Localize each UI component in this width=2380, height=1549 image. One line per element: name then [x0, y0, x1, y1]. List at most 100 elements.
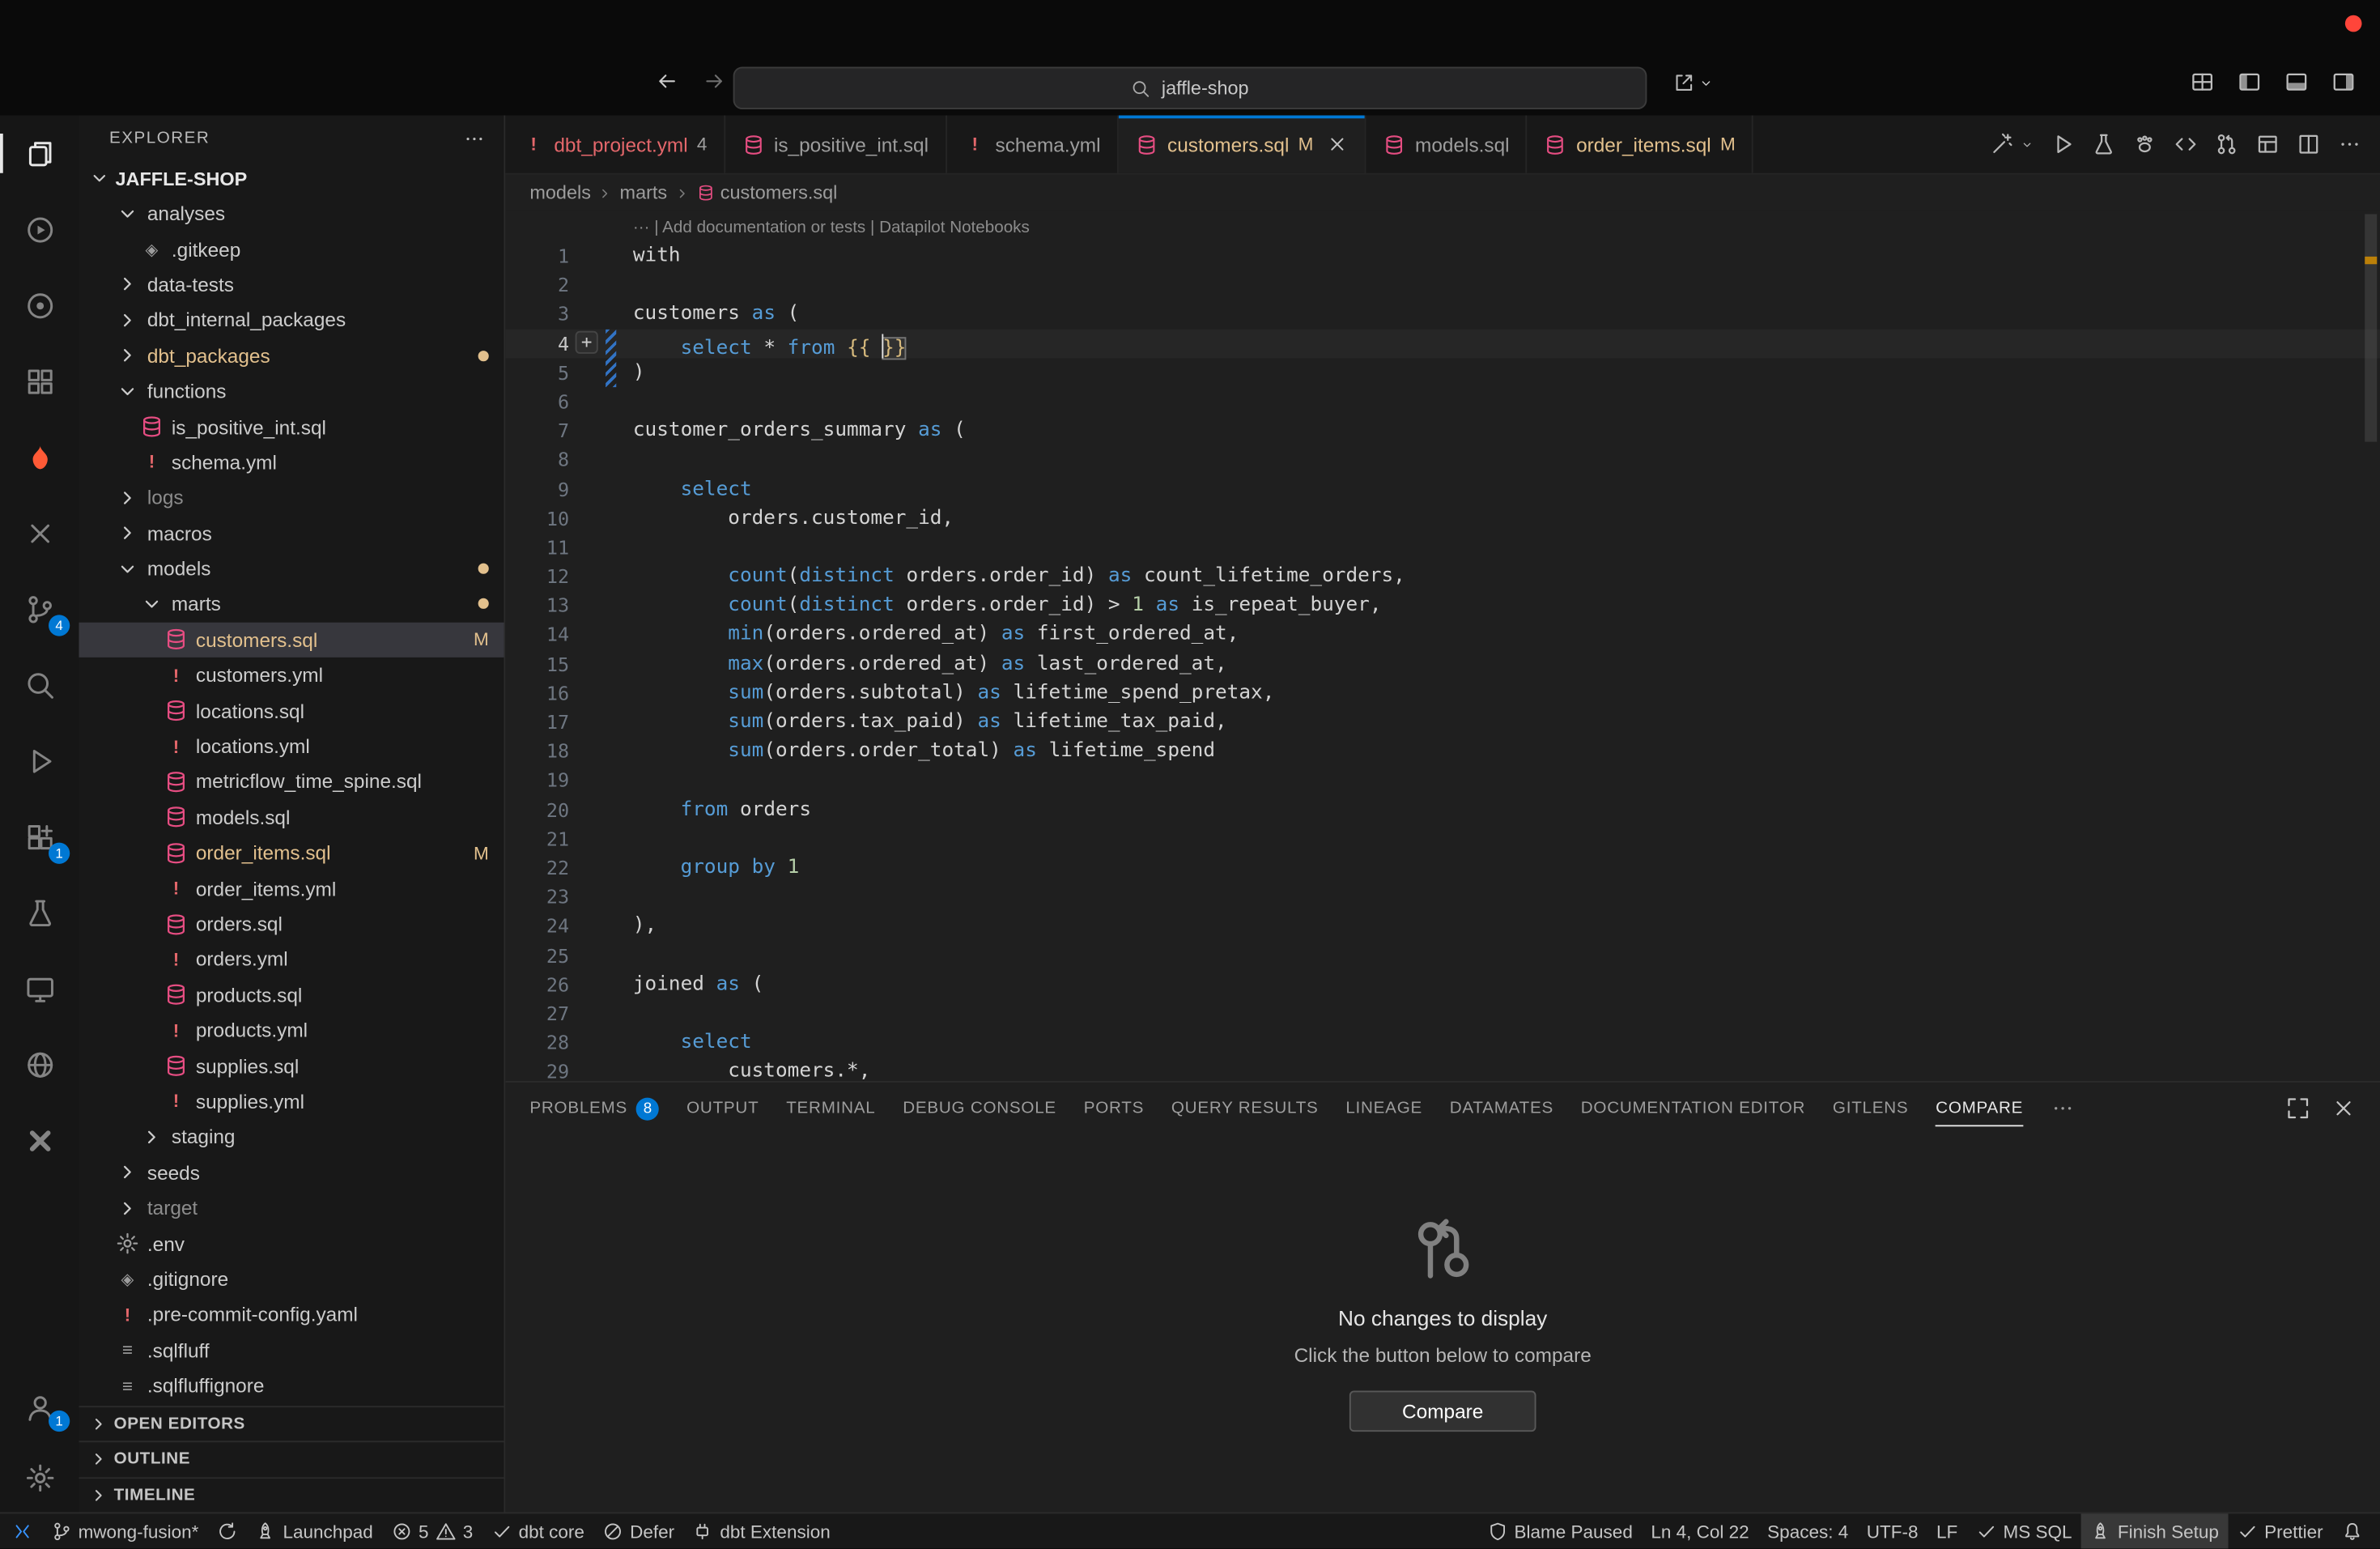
tree-item[interactable]: dbt_internal_packages — [79, 302, 504, 338]
tree-item[interactable]: .env — [79, 1226, 504, 1262]
tree-item[interactable]: products.sql — [79, 977, 504, 1013]
tree-item[interactable]: order_items.sqlM — [79, 835, 504, 870]
code-line-28[interactable]: 28 select — [505, 1028, 2380, 1057]
activity-source-control[interactable]: 4 — [0, 571, 79, 647]
panel-tab-ports[interactable]: PORTS — [1084, 1083, 1144, 1134]
tree-item[interactable]: staging — [79, 1119, 504, 1155]
code-line-8[interactable]: 8 — [505, 445, 2380, 474]
tree-item[interactable]: functions — [79, 373, 504, 409]
tree-root[interactable]: JAFFLE-SHOP — [79, 161, 504, 196]
panel-tab-query-results[interactable]: QUERY RESULTS — [1171, 1083, 1319, 1134]
code-line-13[interactable]: 13 count(distinct orders.order_id) > 1 a… — [505, 591, 2380, 620]
activity-testing[interactable] — [0, 875, 79, 951]
status-language-mode[interactable]: MS SQL — [1967, 1513, 2081, 1548]
code-line-1[interactable]: 1with — [505, 241, 2380, 270]
code-line-24[interactable]: 24), — [505, 912, 2380, 941]
test-beaker-icon[interactable] — [2092, 132, 2116, 156]
activity-remote-explorer[interactable] — [0, 951, 79, 1027]
tree-item[interactable]: customers.sqlM — [79, 622, 504, 657]
status-branch[interactable]: mwong-fusion* — [42, 1513, 208, 1548]
status-sync[interactable] — [208, 1513, 247, 1548]
toggle-primary-sidebar-icon[interactable] — [2238, 70, 2262, 94]
tree-item[interactable]: !products.yml — [79, 1013, 504, 1049]
status-notifications[interactable] — [2332, 1513, 2371, 1548]
tree-item[interactable]: models.sql — [79, 799, 504, 835]
status-launchpad[interactable]: Launchpad — [246, 1513, 382, 1548]
code-line-12[interactable]: 12 count(distinct orders.order_id) as co… — [505, 562, 2380, 591]
panel-tab-debug-console[interactable]: DEBUG CONSOLE — [903, 1083, 1056, 1134]
code-line-10[interactable]: 10 orders.customer_id, — [505, 504, 2380, 533]
panel-tab-compare[interactable]: COMPARE — [1936, 1083, 2023, 1134]
activity-browser[interactable] — [0, 1027, 79, 1103]
code-line-25[interactable]: 25 — [505, 941, 2380, 970]
tree-item[interactable]: seeds — [79, 1155, 504, 1190]
maximize-panel-icon[interactable] — [2286, 1096, 2310, 1121]
back-button[interactable] — [656, 70, 678, 92]
code-line-20[interactable]: 20 from orders — [505, 795, 2380, 824]
panel-tab-gitlens[interactable]: GITLENS — [1833, 1083, 1909, 1134]
code-line-14[interactable]: 14 min(orders.ordered_at) as first_order… — [505, 620, 2380, 649]
tree-item[interactable]: !order_items.yml — [79, 870, 504, 906]
tree-item[interactable]: orders.sql — [79, 906, 504, 942]
breadcrumb-item[interactable]: marts — [620, 182, 668, 203]
tree-item[interactable]: !supplies.yml — [79, 1083, 504, 1119]
code-line-23[interactable]: 23 — [505, 883, 2380, 912]
code-line-7[interactable]: 7customer_orders_summary as ( — [505, 416, 2380, 445]
tree-item[interactable]: metricflow_time_spine.sql — [79, 764, 504, 800]
tree-item[interactable]: is_positive_int.sql — [79, 409, 504, 445]
sidebar-section-open-editors[interactable]: OPEN EDITORS — [79, 1405, 504, 1440]
panel-tab-problems[interactable]: PROBLEMS8 — [529, 1083, 659, 1134]
tree-item[interactable]: data-tests — [79, 267, 504, 303]
code-line-11[interactable]: 11 — [505, 533, 2380, 562]
close-icon[interactable] — [1327, 134, 1348, 155]
panel-more-tabs[interactable] — [2051, 1083, 2075, 1134]
breadcrumb-item[interactable]: customers.sql — [696, 182, 838, 203]
breadcrumb-item[interactable]: models — [529, 182, 591, 203]
paw-icon[interactable] — [2132, 132, 2157, 156]
sidebar-section-timeline[interactable]: TIMELINE — [79, 1476, 504, 1512]
toggle-panel-icon[interactable] — [2284, 70, 2309, 94]
run-query-icon[interactable] — [2051, 132, 2075, 156]
tree-item[interactable]: !customers.yml — [79, 657, 504, 693]
status-problems[interactable]: 53 — [382, 1513, 482, 1548]
tree-item[interactable]: models — [79, 551, 504, 586]
panel-tab-terminal[interactable]: TERMINAL — [786, 1083, 875, 1134]
tree-item[interactable]: !schema.yml — [79, 445, 504, 480]
status-remote-indicator[interactable] — [3, 1513, 42, 1548]
tab-dbt_project-yml[interactable]: !dbt_project.yml4 — [505, 116, 725, 173]
activity-dbt-power-user[interactable] — [0, 191, 79, 267]
toggle-secondary-sidebar-icon[interactable] — [2331, 70, 2356, 94]
tree-item[interactable]: ◈.gitignore — [79, 1262, 504, 1297]
tree-item[interactable]: locations.sql — [79, 693, 504, 729]
code-line-22[interactable]: 22 group by 1 — [505, 853, 2380, 883]
code-line-15[interactable]: 15 max(orders.ordered_at) as last_ordere… — [505, 649, 2380, 679]
activity-jigsaw[interactable] — [0, 495, 79, 571]
tree-item[interactable]: !orders.yml — [79, 942, 504, 977]
forward-button[interactable] — [703, 70, 725, 92]
status-blame[interactable]: Blame Paused — [1477, 1513, 1642, 1548]
git-pull-request-icon[interactable] — [2215, 132, 2239, 156]
code-line-29[interactable]: 29 customers.*, — [505, 1057, 2380, 1081]
compare-button[interactable]: Compare — [1349, 1391, 1536, 1432]
tree-item[interactable]: !locations.yml — [79, 729, 504, 764]
tree-item[interactable]: dbt_packages — [79, 338, 504, 373]
split-editor-icon[interactable] — [2297, 132, 2321, 156]
panel-tab-documentation-editor[interactable]: DOCUMENTATION EDITOR — [1581, 1083, 1805, 1134]
status-eol[interactable]: LF — [1927, 1513, 1967, 1548]
activity-extensions[interactable]: 1 — [0, 798, 79, 875]
status-dbt-core[interactable]: dbt core — [482, 1513, 594, 1548]
inline-code-icon[interactable] — [2174, 132, 2198, 156]
tree-item[interactable]: ◈.gitkeep — [79, 232, 504, 267]
status-prettier[interactable]: Prettier — [2228, 1513, 2332, 1548]
activity-dbt[interactable] — [0, 419, 79, 496]
editor-scrollbar[interactable] — [2365, 214, 2377, 441]
code-line-2[interactable]: 2 — [505, 270, 2380, 300]
tree-item[interactable]: !.pre-commit-config.yaml — [79, 1296, 504, 1332]
more-actions-icon[interactable] — [2338, 132, 2362, 156]
tree-item[interactable]: macros — [79, 516, 504, 551]
tab-customers-sql[interactable]: customers.sqlM — [1119, 116, 1366, 173]
code-line-5[interactable]: 5) — [505, 358, 2380, 387]
code-line-18[interactable]: 18 sum(orders.order_total) as lifetime_s… — [505, 737, 2380, 766]
code-line-16[interactable]: 16 sum(orders.subtotal) as lifetime_spen… — [505, 679, 2380, 708]
tab-order_items-sql[interactable]: order_items.sqlM — [1528, 116, 1753, 173]
